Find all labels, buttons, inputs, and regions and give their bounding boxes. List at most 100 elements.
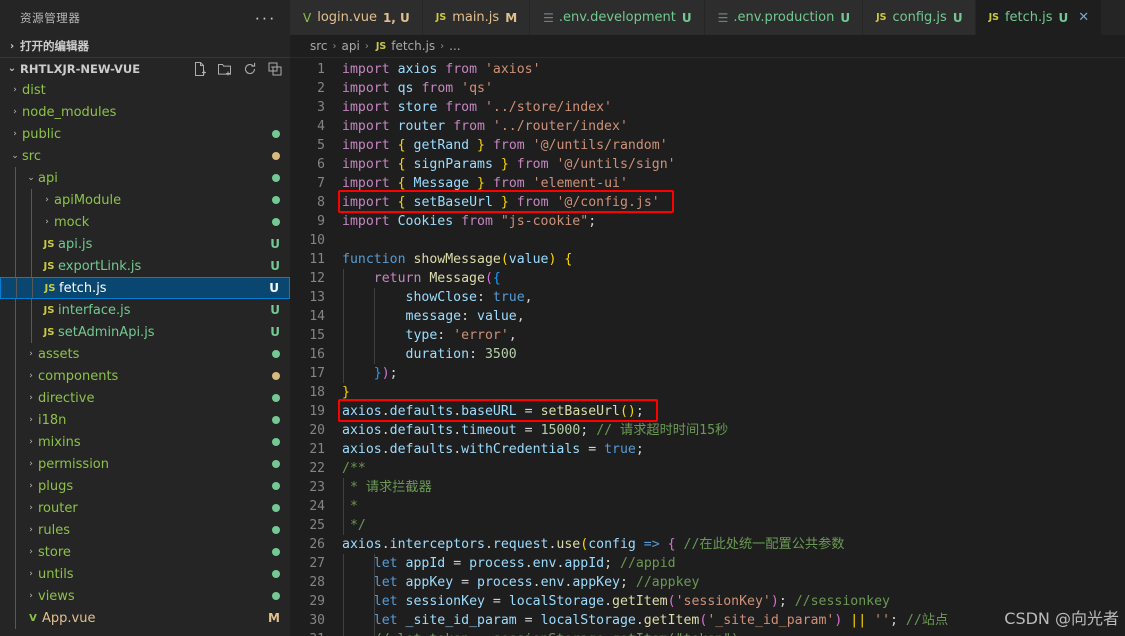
breadcrumb-item[interactable]: src [310,39,328,53]
code-line[interactable]: 17 }); [290,364,1125,383]
code-line[interactable]: 23 * 请求拦截器 [290,478,1125,497]
chevron-right-icon[interactable]: › [24,569,38,579]
code-line[interactable]: 25 */ [290,516,1125,535]
code-line[interactable]: 2 import qs from 'qs' [290,79,1125,98]
code-line[interactable]: 15 type: 'error', [290,326,1125,345]
file-tree-item[interactable]: › components [0,365,290,387]
code-line[interactable]: 21 axios.defaults.withCredentials = true; [290,440,1125,459]
code-line[interactable]: 1 import axios from 'axios' [290,60,1125,79]
new-file-icon[interactable] [192,61,208,77]
file-tree-item[interactable]: › mixins [0,431,290,453]
file-tree-item[interactable]: ⌄ api [0,167,290,189]
code-line[interactable]: 5 import { getRand } from '@/untils/rando… [290,136,1125,155]
file-tree-item[interactable]: JS interface.js U [0,299,290,321]
file-tree-item[interactable]: › rules [0,519,290,541]
editor-tab-bar[interactable]: Vlogin.vue 1, U JS main.js M ☰ .env.developmen… [290,0,1125,35]
breadcrumb[interactable]: src › api › JS fetch.js ›... [290,35,1125,57]
folder-status-dot [272,570,280,578]
refresh-icon[interactable] [242,61,258,77]
file-tree-item[interactable]: › untils [0,563,290,585]
code-line[interactable]: 29 let sessionKey = localStorage.getItem… [290,592,1125,611]
file-tree-item[interactable]: › store [0,541,290,563]
editor-tab[interactable]: JS config.js U [863,0,976,35]
open-editors-section-header[interactable]: › 打开的编辑器 [0,35,290,57]
file-tree-item[interactable]: › views [0,585,290,607]
file-tree-item[interactable]: › permission [0,453,290,475]
chevron-right-icon[interactable]: › [24,393,38,403]
file-tree-item[interactable]: V App.vue M [0,607,290,629]
code-line[interactable]: 30 let _site_id_param = localStorage.get… [290,611,1125,630]
breadcrumb-item[interactable]: fetch.js [391,39,435,53]
chevron-right-icon[interactable]: › [8,85,22,95]
file-tree-item[interactable]: JS api.js U [0,233,290,255]
file-tree-item[interactable]: › node_modules [0,101,290,123]
chevron-right-icon[interactable]: › [8,129,22,139]
file-tree-item-selected[interactable]: JS fetch.js U [0,277,290,299]
chevron-down-icon[interactable]: ⌄ [24,173,38,183]
code-line[interactable]: 11 function showMessage(value) { [290,250,1125,269]
chevron-right-icon[interactable]: › [40,217,54,227]
code-line[interactable]: 12 return Message({ [290,269,1125,288]
file-tree-item[interactable]: JS setAdminApi.js U [0,321,290,343]
file-tree[interactable]: › dist › node_modules › public ⌄ src ⌄ api › apiMod… [0,79,290,636]
editor-tab[interactable]: ☰ .env.production U [704,0,864,35]
editor-tab[interactable]: JS main.js M [422,0,531,35]
code-line[interactable]: 18} [290,383,1125,402]
chevron-right-icon[interactable]: › [24,503,38,513]
file-tree-item[interactable]: › assets [0,343,290,365]
code-editor[interactable]: 1 import axios from 'axios' 2 import qs fro… [290,57,1125,636]
chevron-right-icon[interactable]: › [24,459,38,469]
chevron-right-icon[interactable]: › [24,437,38,447]
explorer-more-actions-button[interactable]: ··· [249,9,282,26]
file-tree-item[interactable]: › plugs [0,475,290,497]
chevron-right-icon[interactable]: › [24,547,38,557]
collapse-all-icon[interactable] [267,61,283,77]
code-line[interactable]: 8 import { setBaseUrl } from '@/config.js… [290,193,1125,212]
code-line[interactable]: 19 axios.defaults.baseURL = setBaseUrl(); [290,402,1125,421]
breadcrumb-item[interactable]: api [342,39,360,53]
chevron-right-icon[interactable]: › [24,481,38,491]
code-line[interactable]: 27 let appId = process.env.appId; //appi… [290,554,1125,573]
code-line[interactable]: 26 axios.interceptors.request.use(config … [290,535,1125,554]
chevron-right-icon[interactable]: › [24,415,38,425]
code-line[interactable]: 31 // let token = sessionStorage.getItem… [290,630,1125,636]
code-lines[interactable]: 1 import axios from 'axios' 2 import qs fro… [290,58,1125,636]
file-tree-item[interactable]: ⌄ src [0,145,290,167]
close-icon[interactable]: ✕ [1078,10,1089,25]
code-line[interactable]: 16 duration: 3500 [290,345,1125,364]
file-tree-item[interactable]: › public [0,123,290,145]
code-line[interactable]: 10 [290,231,1125,250]
code-line[interactable]: 3 import store from '../store/index' [290,98,1125,117]
code-line[interactable]: 6 import { signParams } from '@/untils/si… [290,155,1125,174]
file-tree-item[interactable]: › dist [0,79,290,101]
file-tree-item[interactable]: › directive [0,387,290,409]
chevron-right-icon[interactable]: › [24,591,38,601]
code-line[interactable]: 22 /** [290,459,1125,478]
editor-tab[interactable]: ☰ .env.development U [530,0,705,35]
file-tree-item[interactable]: JS exportLink.js U [0,255,290,277]
editor-tab[interactable]: Vlogin.vue 1, U [290,0,423,35]
file-tree-item[interactable]: › mock [0,211,290,233]
code-line[interactable]: 13 showClose: true, [290,288,1125,307]
chevron-right-icon[interactable]: › [40,195,54,205]
file-tree-item[interactable]: › i18n [0,409,290,431]
project-section-header[interactable]: ⌄ RHTLXJR-NEW-VUE [0,57,290,79]
editor-tab-active[interactable]: JS fetch.js U ✕ [975,0,1103,35]
new-folder-icon[interactable] [217,61,233,77]
code-line[interactable]: 24 * [290,497,1125,516]
code-line[interactable]: 4 import router from '../router/index' [290,117,1125,136]
code-line[interactable]: 9 import Cookies from "js-cookie"; [290,212,1125,231]
file-tree-item-label: setAdminApi.js [58,324,155,340]
code-line[interactable]: 14 message: value, [290,307,1125,326]
chevron-right-icon[interactable]: › [8,107,22,117]
file-tree-item[interactable]: › apiModule [0,189,290,211]
breadcrumb-item[interactable]: ... [449,39,460,53]
file-tree-item[interactable]: › router [0,497,290,519]
code-line[interactable]: 28 let appKey = process.env.appKey; //ap… [290,573,1125,592]
chevron-right-icon[interactable]: › [24,525,38,535]
code-line[interactable]: 7 import { Message } from 'element-ui' [290,174,1125,193]
chevron-right-icon[interactable]: › [24,349,38,359]
chevron-right-icon[interactable]: › [24,371,38,381]
chevron-down-icon[interactable]: ⌄ [8,151,22,161]
code-line[interactable]: 20 axios.defaults.timeout = 15000; // 请求超… [290,421,1125,440]
